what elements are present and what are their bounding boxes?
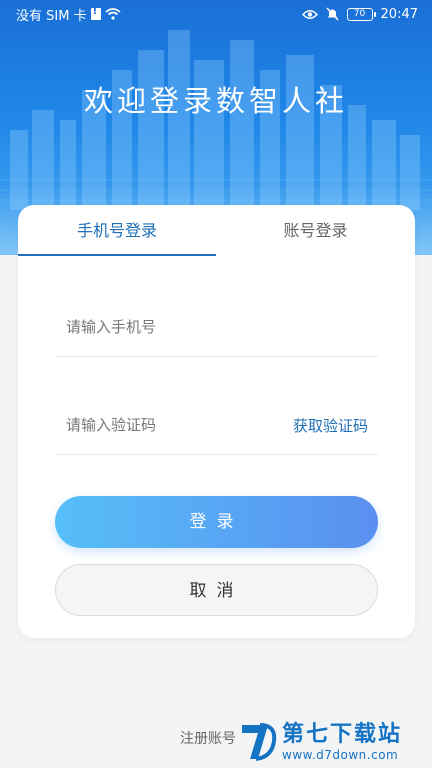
eye-icon bbox=[301, 9, 318, 19]
watermark-url: www.d7down.com bbox=[282, 748, 399, 762]
tab-phone-login[interactable]: 手机号登录 bbox=[18, 217, 216, 245]
sim-alert-icon bbox=[90, 6, 101, 20]
login-tabs: 手机号登录 账号登录 bbox=[18, 205, 415, 257]
watermark-name: 第七下载站 bbox=[282, 722, 403, 747]
verification-code-input[interactable] bbox=[55, 397, 255, 453]
cancel-button[interactable]: 取消 bbox=[55, 564, 378, 616]
active-tab-indicator bbox=[18, 254, 216, 256]
get-code-button[interactable]: 获取验证码 bbox=[293, 397, 368, 455]
login-button[interactable]: 登录 bbox=[55, 496, 378, 548]
battery-icon: 70 bbox=[346, 7, 376, 21]
mute-icon bbox=[326, 7, 339, 21]
register-link[interactable]: 注册账号 bbox=[180, 728, 236, 748]
d7-logo-icon bbox=[242, 723, 277, 761]
login-card: 手机号登录 账号登录 获取验证码 登录 取消 bbox=[18, 205, 415, 638]
status-bar: 没有 SIM 卡 70 20:47 bbox=[0, 0, 432, 28]
phone-input[interactable] bbox=[55, 299, 255, 355]
site-watermark: 第七下载站 www.d7down.com bbox=[238, 716, 432, 768]
clock: 20:47 bbox=[380, 6, 418, 22]
tab-account-login[interactable]: 账号登录 bbox=[216, 217, 415, 245]
battery-level: 70 bbox=[353, 8, 366, 19]
carrier-text: 没有 SIM 卡 bbox=[16, 8, 87, 24]
code-field: 获取验证码 bbox=[55, 397, 378, 455]
wifi-icon bbox=[105, 8, 121, 20]
phone-field bbox=[55, 299, 378, 357]
page-title: 欢迎登录数智人社 bbox=[83, 84, 348, 118]
